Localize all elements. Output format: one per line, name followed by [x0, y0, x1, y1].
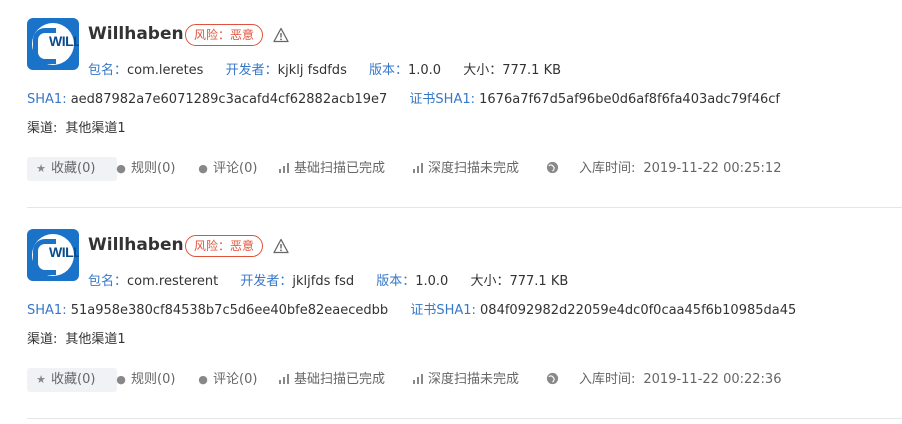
comments-button[interactable]: ● 评论(0) [197, 157, 257, 181]
app-card: WILL Willhaben 风险：恶意 包名：com.resterent 开发… [0, 211, 902, 422]
ingest-time: 入库时间: 2019-11-22 00:22:36 [579, 372, 782, 387]
bar-chart-icon [279, 163, 289, 173]
developer-name: jkljfds fsd [292, 274, 355, 289]
risk-badge: 风险：恶意 [185, 24, 264, 46]
size-value: 777.1 KB [509, 274, 569, 289]
hash-row: SHA1: aed87982a7e6071289c3acafd4cf62882a… [27, 92, 781, 107]
cert-sha1-value: 084f092982d22059e4dc0f0caa45f6b10985da45 [480, 303, 797, 318]
basic-scan-status[interactable]: 基础扫描已完成 [279, 368, 385, 392]
deep-scan-status[interactable]: 深度扫描未完成 [413, 368, 519, 392]
size-value: 777.1 KB [502, 63, 562, 78]
comments-button[interactable]: ● 评论(0) [197, 368, 257, 392]
globe-icon[interactable] [546, 157, 559, 181]
cert-sha1-value: 1676a7f67d5af96be0d6af8f6fa403adc79f46cf [479, 92, 781, 107]
rule-icon: ● [116, 373, 126, 386]
favorite-button[interactable]: ★ 收藏(0) [27, 368, 117, 392]
comment-icon: ● [198, 373, 208, 386]
rules-button[interactable]: ● 规则(0) [115, 157, 175, 181]
app-logo-text: WILL [49, 33, 79, 49]
package-name: com.leretes [127, 63, 204, 78]
comment-icon: ● [198, 162, 208, 175]
rules-button[interactable]: ● 规则(0) [115, 368, 175, 392]
basic-scan-status[interactable]: 基础扫描已完成 [279, 157, 385, 181]
hash-row: SHA1: 51a958e380cf84538b7c5d6ee40bfe82ea… [27, 303, 797, 318]
version-value: 1.0.0 [415, 274, 449, 289]
channel-row: 渠道: 其他渠道1 [27, 121, 126, 136]
bar-chart-icon [413, 163, 423, 173]
bar-chart-icon [279, 374, 289, 384]
app-logo-text: WILL [49, 244, 79, 260]
warning-icon[interactable] [273, 238, 289, 254]
star-icon: ★ [36, 162, 46, 175]
channel-value: 其他渠道1 [65, 121, 126, 136]
channel-row: 渠道: 其他渠道1 [27, 332, 126, 347]
sha1-value: 51a958e380cf84538b7c5d6ee40bfe82eaecedbb [70, 303, 389, 318]
bar-chart-icon [413, 374, 423, 384]
star-icon: ★ [36, 373, 46, 386]
app-logo[interactable]: WILL [27, 229, 79, 281]
sha1-value: aed87982a7e6071289c3acafd4cf62882acb19e7 [70, 92, 388, 107]
rule-icon: ● [116, 162, 126, 175]
meta-row: 包名：com.resterent 开发者：jkljfds fsd 版本：1.0.… [88, 274, 569, 289]
package-name: com.resterent [127, 274, 219, 289]
warning-icon[interactable] [273, 27, 289, 43]
developer-name: kjklj fsdfds [277, 63, 347, 78]
globe-icon[interactable] [546, 368, 559, 392]
divider [27, 418, 902, 419]
app-name[interactable]: Willhaben [88, 235, 184, 255]
channel-value: 其他渠道1 [65, 332, 126, 347]
version-value: 1.0.0 [408, 63, 442, 78]
app-logo[interactable]: WILL [27, 18, 79, 70]
favorite-button[interactable]: ★ 收藏(0) [27, 157, 117, 181]
deep-scan-status[interactable]: 深度扫描未完成 [413, 157, 519, 181]
meta-row: 包名：com.leretes 开发者：kjklj fsdfds 版本：1.0.0… [88, 63, 562, 78]
app-name[interactable]: Willhaben [88, 24, 184, 44]
divider [27, 207, 902, 208]
ingest-time: 入库时间: 2019-11-22 00:25:12 [579, 161, 782, 176]
risk-badge: 风险：恶意 [185, 235, 264, 257]
app-card: WILL Willhaben 风险：恶意 包名：com.leretes 开发者：… [0, 0, 902, 211]
